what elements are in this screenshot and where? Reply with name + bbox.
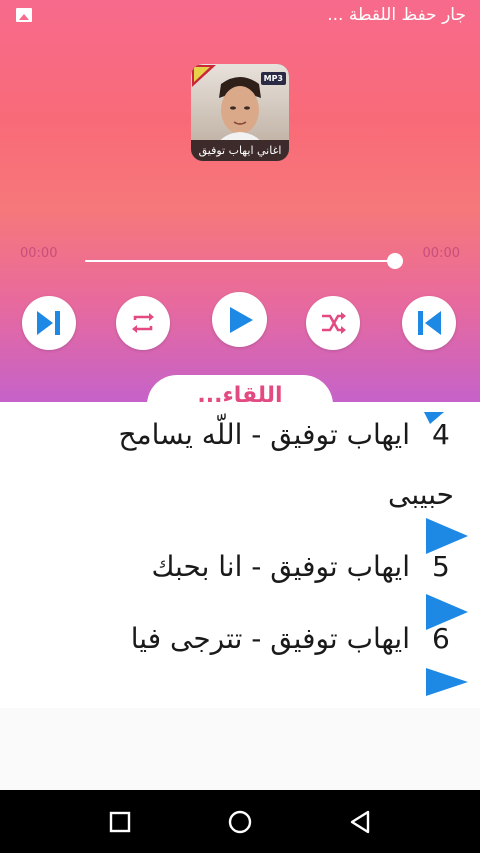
play-icon[interactable]: [424, 518, 468, 554]
song-number: 5: [432, 550, 450, 583]
navigation-bar: [0, 790, 480, 853]
song-number: 4: [432, 418, 450, 451]
seek-thumb[interactable]: [387, 253, 403, 269]
cover-caption: اغاني ايهاب توفيق: [191, 140, 289, 161]
elapsed-time: 00:00: [20, 246, 58, 261]
seek-bar[interactable]: [85, 260, 395, 262]
cover-badge-icon: [192, 65, 216, 87]
duration-time: 00:00: [422, 246, 460, 261]
nav-recents-icon: [109, 811, 131, 832]
shuffle-icon: [322, 312, 346, 334]
nav-back-icon: [350, 810, 370, 833]
nav-recents-button[interactable]: [90, 790, 150, 853]
song-title: ايهاب توفيق - تترجى فيا: [130, 622, 410, 655]
nav-home-icon: [228, 810, 252, 833]
status-text: جار حفظ اللقطة ...: [327, 5, 466, 25]
repeat-icon: [132, 313, 154, 333]
empty-area: [0, 708, 480, 790]
song-number: 6: [432, 622, 450, 655]
play-button[interactable]: [212, 292, 267, 347]
cover-mp3-badge: MP3: [260, 72, 286, 85]
play-icon: [229, 306, 253, 333]
song-title-continued: حبيبى: [388, 478, 454, 511]
skip-next-icon: [37, 311, 60, 335]
gallery-icon: [16, 8, 32, 22]
repeat-button[interactable]: [116, 296, 170, 350]
song-title: ايهاب توفيق - انا بحبك: [151, 550, 410, 583]
music-player-screen: جار حفظ اللقطة ... MP3 اغاني ايهاب توفيق…: [0, 0, 480, 853]
status-bar: جار حفظ اللقطة ...: [0, 0, 480, 32]
player-header: جار حفظ اللقطة ... MP3 اغاني ايهاب توفيق…: [0, 0, 480, 402]
song-list: 4 ايهاب توفيق - اللّه يسامح حبيبى 5 ايها…: [0, 402, 480, 708]
skip-next-button[interactable]: [22, 296, 76, 350]
song-title: ايهاب توفيق - اللّه يسامح: [118, 418, 410, 451]
play-icon[interactable]: [424, 668, 468, 696]
nav-home-button[interactable]: [210, 790, 270, 853]
album-cover: MP3 اغاني ايهاب توفيق: [191, 64, 289, 161]
shuffle-button[interactable]: [306, 296, 360, 350]
skip-previous-icon: [418, 311, 441, 335]
skip-previous-button[interactable]: [402, 296, 456, 350]
nav-back-button[interactable]: [330, 790, 390, 853]
